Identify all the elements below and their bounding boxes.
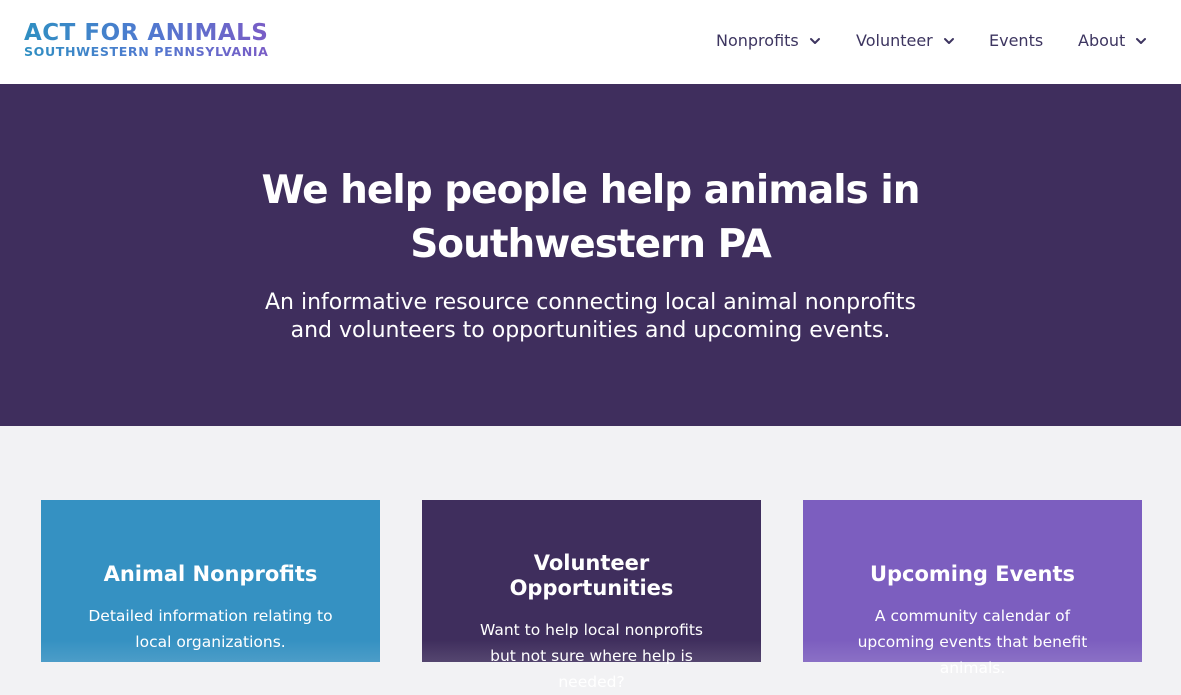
nav-item-volunteer[interactable]: Volunteer xyxy=(856,31,955,50)
chevron-down-icon xyxy=(943,37,954,44)
card-upcoming-events[interactable]: Upcoming Events A community calendar of … xyxy=(803,500,1142,677)
card-description: Want to help local nonprofits but not su… xyxy=(479,621,704,691)
card-title: Upcoming Events xyxy=(869,562,1076,586)
logo-subtitle: SOUTHWESTERN PENNSYLVANIA xyxy=(24,44,269,59)
chevron-down-icon xyxy=(1136,37,1147,44)
nav-item-label: About xyxy=(1078,31,1126,50)
card-description: A community calendar of upcoming events … xyxy=(857,607,1088,677)
hero-banner: We help people help animals in Southwest… xyxy=(0,84,1181,426)
hero-subtitle-line: An informative resource connecting local… xyxy=(264,290,917,315)
hero-subtitle: An informative resource connecting local… xyxy=(240,289,941,345)
chevron-down-icon xyxy=(809,37,820,44)
hero-title: We help people help animals in Southwest… xyxy=(0,164,1181,272)
site-header: ACT FOR ANIMALS SOUTHWESTERN PENNSYLVANI… xyxy=(0,0,1181,84)
card-title: Animal Nonprofits xyxy=(103,562,318,586)
nav-item-events[interactable]: Events xyxy=(989,31,1043,50)
hero-subtitle-line: and volunteers to opportunities and upco… xyxy=(290,318,891,343)
nav-item-about[interactable]: About xyxy=(1078,31,1147,50)
hero-title-line: Southwestern PA xyxy=(410,222,772,267)
hero-title-line: We help people help animals in xyxy=(261,168,921,213)
nav-item-label: Nonprofits xyxy=(716,31,799,50)
logo-title: ACT FOR ANIMALS xyxy=(24,20,269,46)
card-title: Volunteer Opportunities xyxy=(509,551,674,600)
nav-item-nonprofits[interactable]: Nonprofits xyxy=(716,31,821,50)
site-logo[interactable]: ACT FOR ANIMALS SOUTHWESTERN PENNSYLVANI… xyxy=(24,22,269,59)
nav-item-label: Events xyxy=(989,31,1044,50)
card-volunteer-opportunities[interactable]: Volunteer Opportunities Want to help loc… xyxy=(422,500,761,691)
card-description: Detailed information relating to local o… xyxy=(88,607,333,651)
card-animal-nonprofits[interactable]: Animal Nonprofits Detailed information r… xyxy=(41,500,380,662)
nav-item-label: Volunteer xyxy=(856,31,933,50)
